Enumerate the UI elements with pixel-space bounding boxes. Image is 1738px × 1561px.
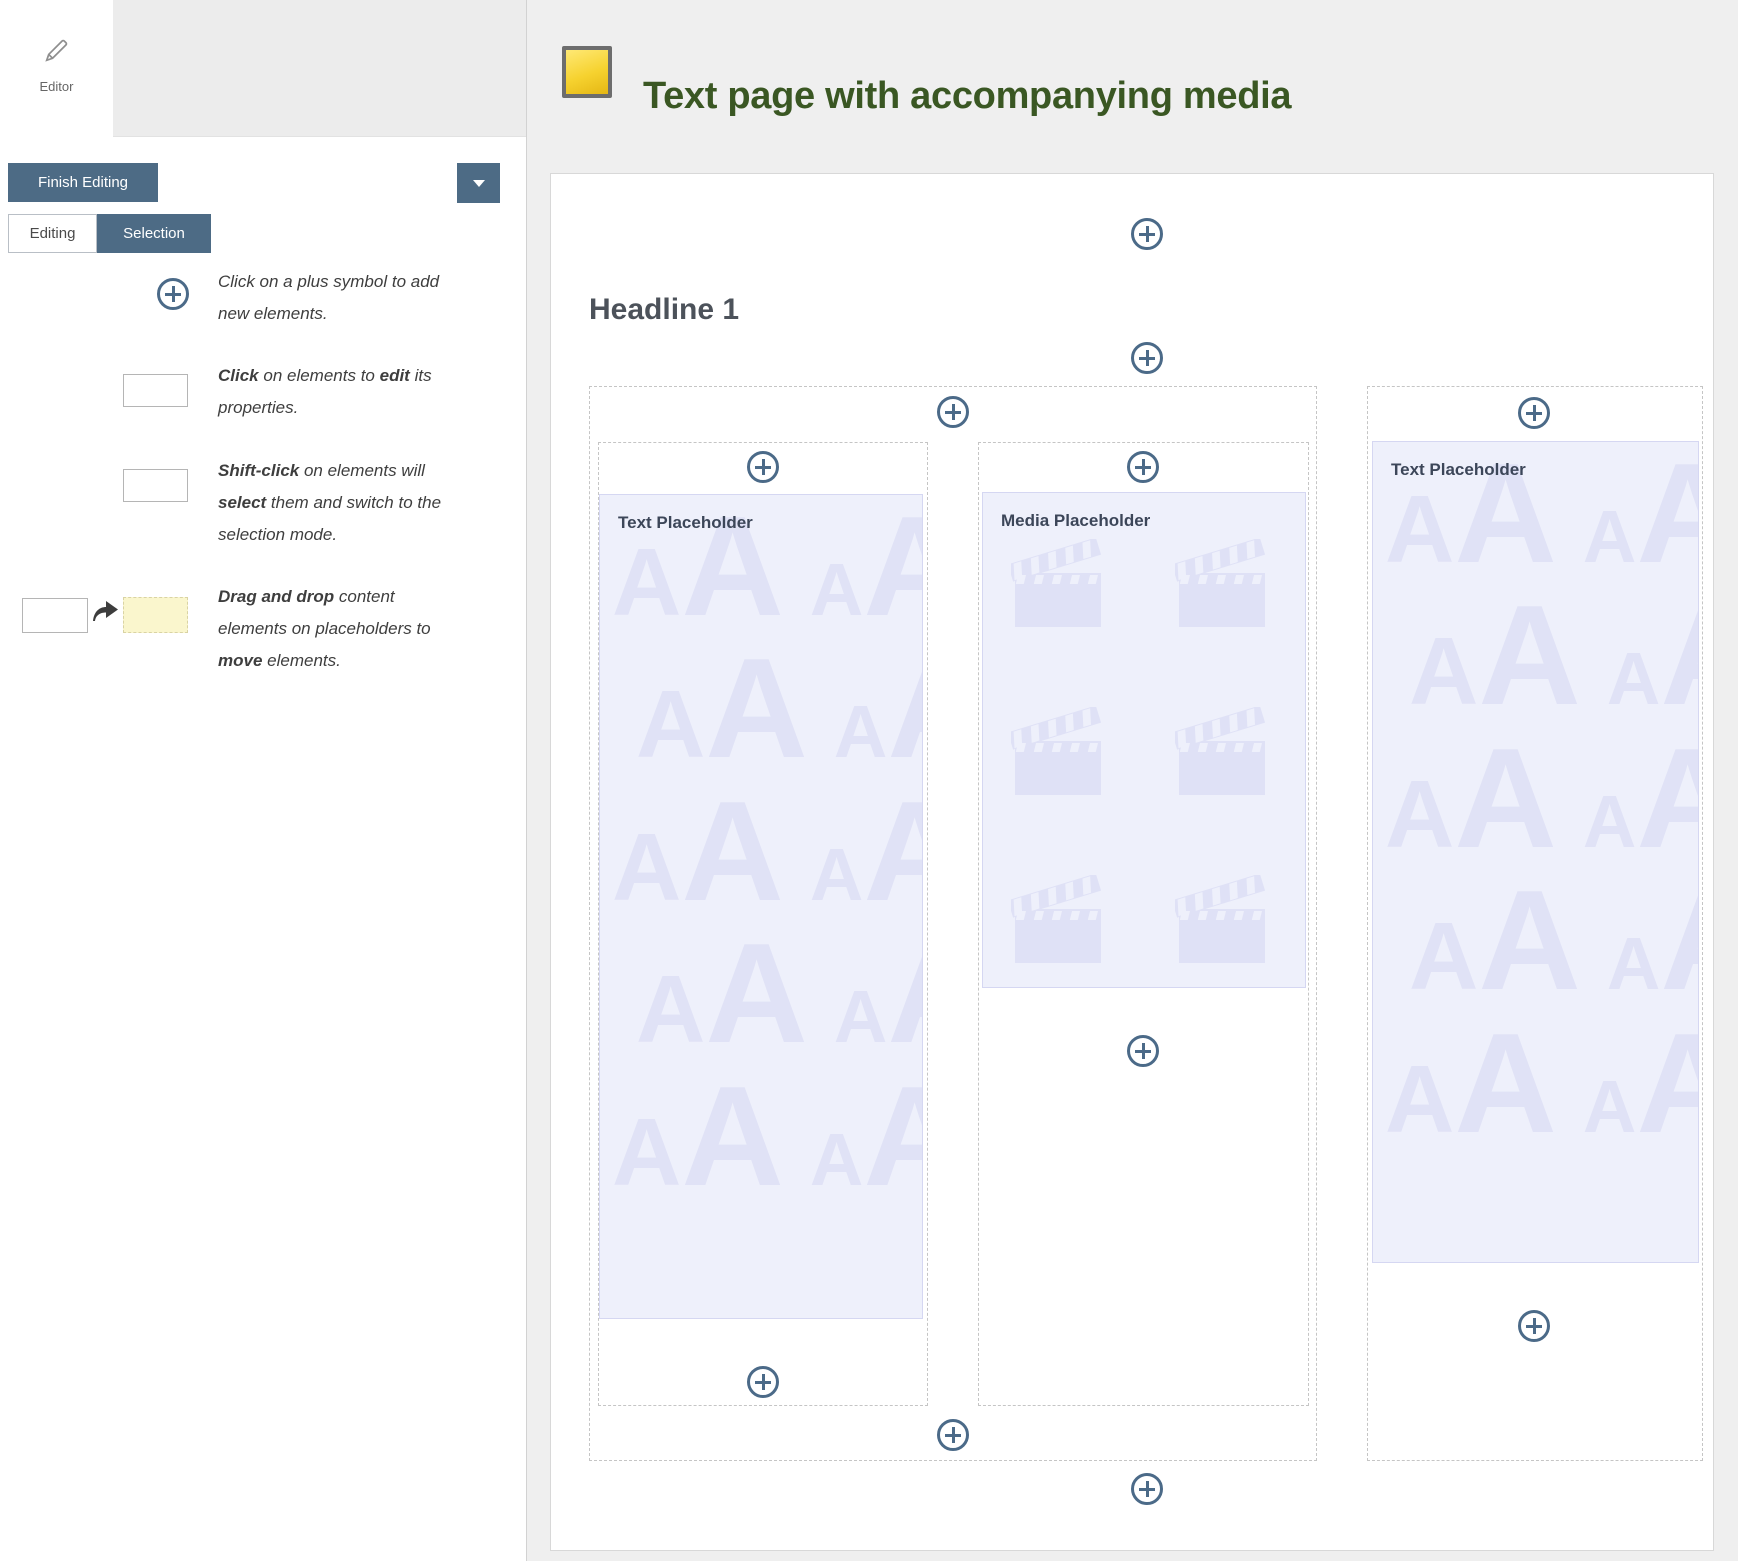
curved-arrow-icon (92, 600, 119, 623)
add-element-button[interactable] (1131, 342, 1163, 374)
add-element-button[interactable] (937, 396, 969, 428)
clapperboard-icon (1011, 707, 1113, 819)
tab-editor-label: Editor (0, 79, 113, 94)
help-text-move: Drag and drop content elements on placeh… (218, 581, 456, 677)
finish-editing-button[interactable]: Finish Editing (8, 163, 158, 202)
page-canvas: Headline 1 Text Placeholder AAAAAAAAAAAA… (550, 173, 1714, 1551)
element-box-icon (22, 598, 88, 633)
help-text-select: Shift-click on elements will select them… (218, 455, 456, 551)
element-box-icon (123, 374, 188, 407)
help-text-add: Click on a plus symbol to add new elemen… (218, 266, 456, 330)
clapperboard-icon (1011, 875, 1113, 987)
sidebar-tabbar: Editor (0, 0, 526, 137)
placeholder-label: Text Placeholder (1391, 460, 1526, 480)
sidebar: Editor Finish Editing Editing Selection … (0, 0, 527, 1561)
tab-editor[interactable]: Editor (0, 0, 113, 137)
plus-circle-icon (157, 278, 189, 310)
placeholder-label: Text Placeholder (618, 513, 753, 533)
headline-element[interactable]: Headline 1 (589, 289, 739, 331)
tabbar-background (113, 0, 526, 137)
add-element-button[interactable] (1127, 1035, 1159, 1067)
add-element-button[interactable] (1518, 397, 1550, 429)
text-placeholder-element[interactable]: Text Placeholder AAAAAAAAAAAAAAAAAAAA (599, 494, 923, 1319)
placeholder-watermark: AAAAAAAAAAAAAAAAAAAA (1373, 442, 1698, 1262)
placeholder-label: Media Placeholder (1001, 511, 1150, 531)
help-text-edit: Click on elements to edit its properties… (218, 360, 456, 424)
add-element-button[interactable] (1131, 1473, 1163, 1505)
clapperboard-icon (1011, 539, 1113, 651)
text-placeholder-element[interactable]: Text Placeholder AAAAAAAAAAAAAAAAAAAA (1372, 441, 1699, 1263)
mode-selection-button[interactable]: Selection (97, 214, 211, 253)
element-box-icon (123, 469, 188, 502)
add-element-button[interactable] (747, 1366, 779, 1398)
media-placeholder-element[interactable]: Media Placeholder (982, 492, 1306, 988)
dropzone-box-icon (123, 597, 188, 633)
clapperboard-icon (1175, 875, 1277, 987)
add-element-button[interactable] (1518, 1310, 1550, 1342)
add-element-button[interactable] (1131, 218, 1163, 250)
dropdown-toggle-button[interactable] (457, 163, 500, 203)
chevron-down-icon (473, 180, 485, 187)
pencil-icon (43, 36, 71, 64)
add-element-button[interactable] (747, 451, 779, 483)
clapperboard-icon (1175, 539, 1277, 651)
page-title: Text page with accompanying media (643, 67, 1291, 125)
media-watermark-grid (983, 493, 1305, 987)
clapperboard-icon (1175, 707, 1277, 819)
mode-editing-button[interactable]: Editing (8, 214, 97, 253)
page-type-icon (562, 46, 612, 98)
add-element-button[interactable] (1127, 451, 1159, 483)
add-element-button[interactable] (937, 1419, 969, 1451)
editor-screen: Editor Finish Editing Editing Selection … (0, 0, 1738, 1561)
placeholder-watermark: AAAAAAAAAAAAAAAAAAAA (600, 495, 922, 1318)
